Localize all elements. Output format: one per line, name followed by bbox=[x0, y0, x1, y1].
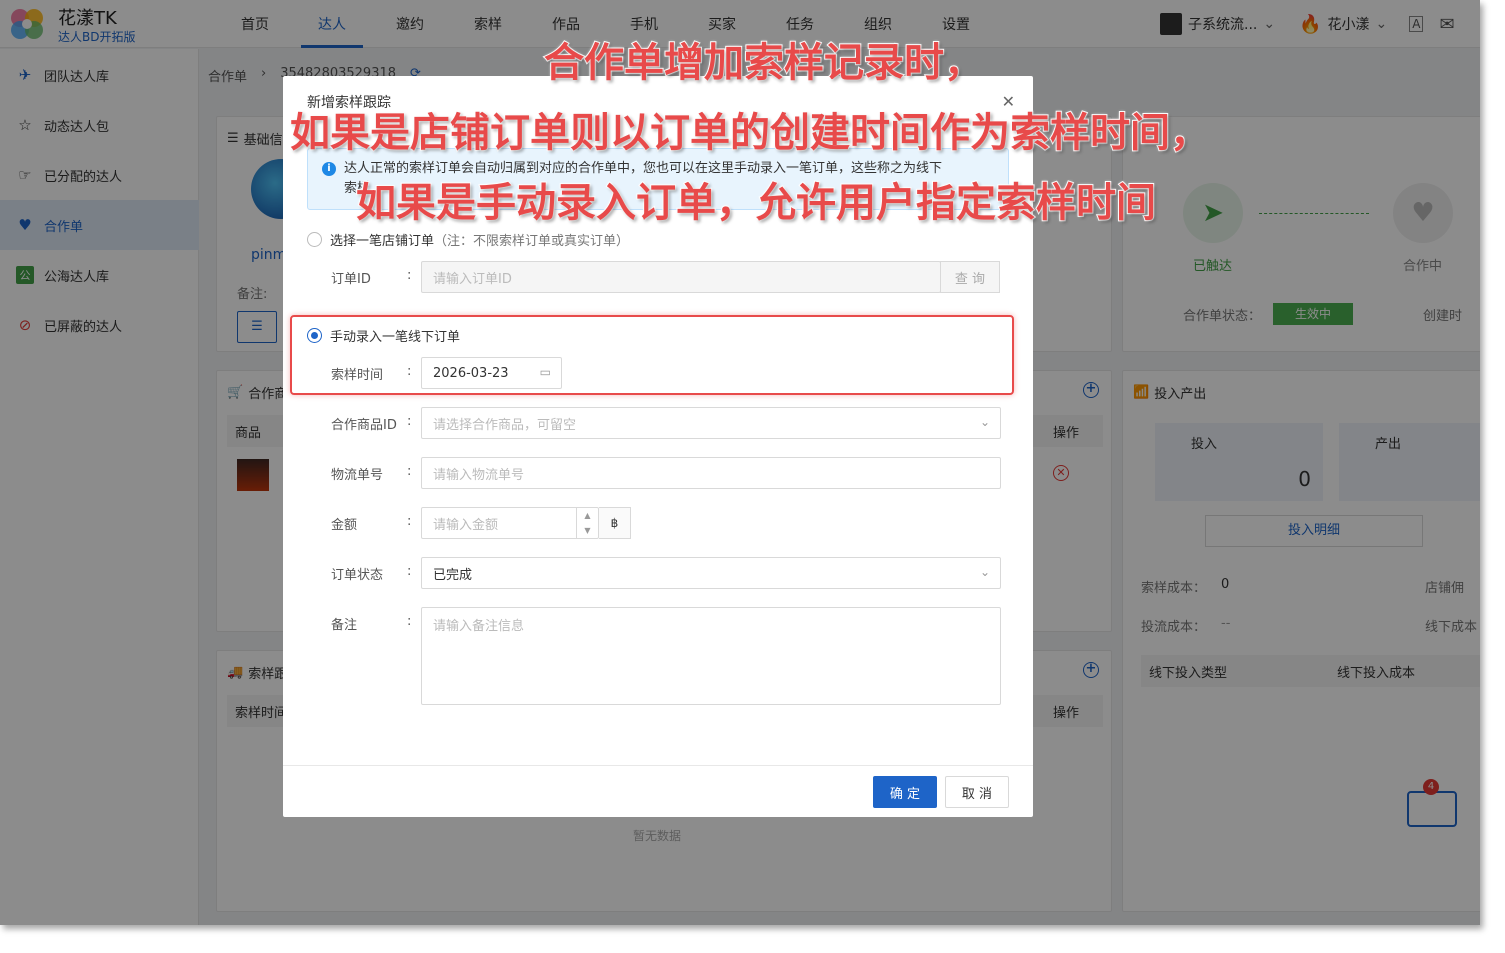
amount-input[interactable]: 请输入金额 ▲ ▼ bbox=[421, 507, 599, 539]
chevron-down-icon: ⌄ bbox=[979, 565, 990, 579]
order-id-input[interactable]: 请输入订单ID bbox=[421, 261, 941, 293]
remark-textarea[interactable]: 请输入备注信息 bbox=[421, 607, 1001, 705]
annotation-line-2: 如果是店铺订单则以订单的创建时间作为索样时间， bbox=[289, 109, 1211, 157]
goods-id-select[interactable]: 请选择合作商品，可留空 ⌄ bbox=[421, 407, 1001, 439]
colon: : bbox=[407, 414, 412, 429]
colon: : bbox=[407, 464, 412, 479]
option-shop-label: 选择一笔店铺订单 bbox=[330, 234, 435, 249]
order-status-label: 订单状态 bbox=[331, 568, 384, 583]
cancel-button[interactable]: 取 消 bbox=[945, 776, 1009, 808]
annotation-line-1: 合作单增加索样记录时， bbox=[543, 39, 985, 87]
option-shop-order[interactable]: 选择一笔店铺订单 （注：不限索样订单或真实订单） bbox=[307, 230, 629, 249]
colon: : bbox=[407, 614, 412, 629]
option-shop-note: （注：不限索样订单或真实订单） bbox=[434, 234, 630, 249]
chevron-down-icon: ⌄ bbox=[979, 415, 990, 429]
confirm-button[interactable]: 确 定 bbox=[873, 776, 937, 808]
currency-suffix: ฿ bbox=[599, 507, 631, 539]
modal-footer-divider bbox=[283, 765, 1033, 766]
order-status-select[interactable]: 已完成 ⌄ bbox=[421, 557, 1001, 589]
app-window: 花漾TK 达人BD开拓版 首页 达人 邀约 索样 作品 手机 买家 任务 组织 … bbox=[0, 0, 1480, 925]
order-id-label: 订单ID bbox=[331, 272, 371, 287]
colon: : bbox=[407, 514, 412, 529]
colon: : bbox=[407, 564, 412, 579]
amount-stepper[interactable]: ▲ ▼ bbox=[576, 508, 598, 538]
colon: : bbox=[407, 268, 412, 283]
tracking-label: 物流单号 bbox=[331, 468, 384, 483]
radio-shop-order[interactable] bbox=[307, 232, 322, 247]
goods-id-label: 合作商品ID bbox=[331, 418, 397, 433]
remark-label: 备注 bbox=[331, 618, 358, 633]
annotation-highlight-box bbox=[290, 315, 1014, 395]
info-icon: i bbox=[322, 162, 336, 176]
amount-label: 金额 bbox=[331, 518, 358, 533]
tracking-input[interactable]: 请输入物流单号 bbox=[421, 457, 1001, 489]
annotation-line-3: 如果是手动录入订单，允许用户指定索样时间 bbox=[355, 179, 1157, 227]
query-button[interactable]: 查 询 bbox=[940, 261, 1000, 293]
